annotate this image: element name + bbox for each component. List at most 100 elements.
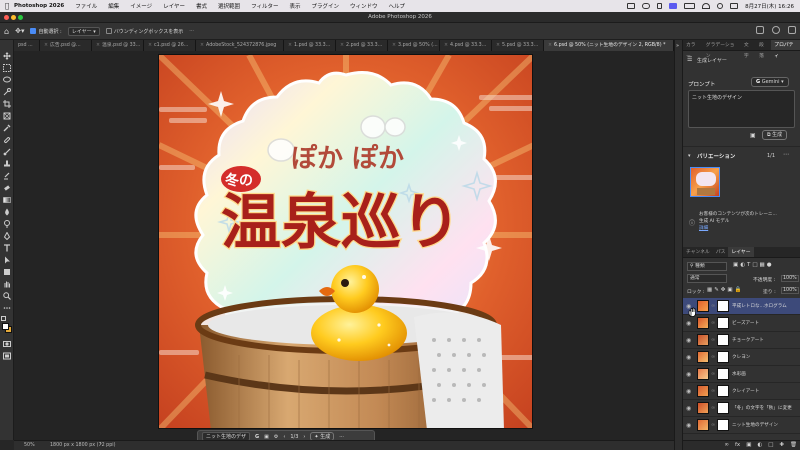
battery-icon[interactable] <box>684 3 696 9</box>
history-brush-tool-icon[interactable] <box>3 172 11 180</box>
menu-view[interactable]: 表示 <box>289 2 300 10</box>
dodge-tool-icon[interactable] <box>3 220 11 228</box>
shape-tool-icon[interactable] <box>3 268 11 276</box>
menu-window[interactable]: ウィンドウ <box>350 2 378 10</box>
tab-document-4[interactable]: × AdobeStock_524372876.jpeg <box>196 40 284 51</box>
wifi-icon[interactable] <box>702 3 711 9</box>
visibility-eye-icon[interactable]: ◉ <box>686 337 691 344</box>
layer-row[interactable]: ◉ ∞ ニット生地のデザイン <box>683 417 800 434</box>
layer-row[interactable]: ◉ ∞ クレヨン <box>683 349 800 366</box>
learn-more-link[interactable]: 詳細 <box>699 225 708 231</box>
close-icon[interactable]: × <box>444 43 448 48</box>
tab-channels[interactable]: チャンネル <box>683 247 713 257</box>
screen-record-icon[interactable] <box>627 3 636 9</box>
share-icon[interactable] <box>756 26 764 34</box>
visibility-eye-icon[interactable]: ◉ <box>686 405 691 412</box>
new-group-icon[interactable]: □ <box>768 441 773 450</box>
move-tool-icon[interactable] <box>3 52 11 60</box>
delete-layer-icon[interactable]: 🗑 <box>790 441 797 450</box>
previous-variation-icon[interactable]: ‹ <box>283 434 285 440</box>
adjustment-layer-icon[interactable]: ◐ <box>757 441 762 450</box>
menu-type[interactable]: 書式 <box>196 2 207 10</box>
gradient-tool-icon[interactable] <box>3 196 11 204</box>
canvas-area[interactable]: ぽか ぽか 冬の 温泉巡り <box>14 51 674 440</box>
layer-row[interactable]: ◉ ∞ クレイアート <box>683 383 800 400</box>
quick-mask-icon[interactable] <box>3 340 11 348</box>
link-layers-icon[interactable]: ∞ <box>724 441 729 450</box>
layer-filter-dropdown[interactable]: ⚲ 種類 <box>687 262 727 271</box>
tab-character[interactable]: 文字 <box>741 40 756 59</box>
model-dropdown[interactable]: G Gemini ▾ <box>751 77 789 87</box>
variation-thumbnail[interactable] <box>690 167 720 197</box>
lock-icons[interactable]: ▦✎✥▣🔒 <box>707 287 743 293</box>
close-icon[interactable]: × <box>148 43 152 48</box>
document-canvas[interactable]: ぽか ぽか 冬の 温泉巡り <box>158 54 533 429</box>
default-colors-icon[interactable] <box>1 316 6 321</box>
hand-tool-icon[interactable] <box>3 280 11 288</box>
tab-document-5[interactable]: × 1.psd @ 33.3... <box>284 40 336 51</box>
bounding-box-checkbox[interactable]: バウンディングボックスを表示 <box>105 28 183 35</box>
close-icon[interactable]: × <box>96 43 100 48</box>
status-arrow-icon[interactable]: › <box>100 442 102 447</box>
close-icon[interactable]: × <box>200 43 204 48</box>
tab-properties[interactable]: プロパティ <box>771 40 800 59</box>
more-tools-icon[interactable] <box>3 304 11 312</box>
close-icon[interactable]: × <box>392 43 396 48</box>
path-select-tool-icon[interactable] <box>3 256 11 264</box>
menu-select[interactable]: 選択範囲 <box>218 2 240 10</box>
zoom-level[interactable]: 50% <box>24 443 35 448</box>
tab-paths[interactable]: パス <box>713 247 729 257</box>
close-icon[interactable]: × <box>340 43 344 48</box>
tab-document-3[interactable]: × c1.psd @ 26... <box>144 40 196 51</box>
frame-tool-icon[interactable] <box>3 112 11 120</box>
spotlight-icon[interactable] <box>717 3 724 9</box>
control-center-icon[interactable] <box>730 3 739 9</box>
align-options-icon[interactable]: ⋯ <box>189 28 194 34</box>
tab-document-active[interactable]: × 6.psd @ 50% (ニット生地のデザイン 2, RGB/8) * <box>544 40 674 51</box>
search-icon[interactable] <box>772 26 780 34</box>
menu-help[interactable]: ヘルプ <box>389 2 406 10</box>
lasso-tool-icon[interactable] <box>3 76 11 84</box>
crop-tool-icon[interactable] <box>3 100 11 108</box>
menu-edit[interactable]: 編集 <box>108 2 119 10</box>
menu-file[interactable]: ファイル <box>75 2 97 10</box>
move-tool-preset-icon[interactable]: ✥▾ <box>15 27 24 35</box>
menu-app-name[interactable]: Photoshop 2026 <box>14 3 64 9</box>
close-icon[interactable]: × <box>496 43 500 48</box>
menu-plugins[interactable]: プラグイン <box>311 2 339 10</box>
workspace-icon[interactable] <box>788 26 796 34</box>
marquee-tool-icon[interactable] <box>3 64 11 72</box>
layer-row[interactable]: ◉ ∞ チョークアート <box>683 332 800 349</box>
close-icon[interactable]: × <box>288 43 292 48</box>
new-layer-icon[interactable]: ✚ <box>779 441 784 450</box>
foreground-color-swatch[interactable] <box>2 323 9 330</box>
opacity-input[interactable]: 100% <box>781 275 799 282</box>
tab-document-1[interactable]: × 広告.psd @... <box>40 40 92 51</box>
zoom-tool-icon[interactable] <box>3 292 11 300</box>
fx-icon[interactable]: fx <box>735 441 740 450</box>
apple-icon[interactable]:  <box>0 2 14 10</box>
type-tool-icon[interactable] <box>3 244 11 252</box>
cloud-icon[interactable] <box>642 3 651 9</box>
tab-document-7[interactable]: × 3.psd @ 50% (... <box>388 40 440 51</box>
visibility-eye-icon[interactable]: ◉ <box>686 371 691 378</box>
auto-select-target-dropdown[interactable]: レイヤー ▾ <box>67 26 100 36</box>
image-reference-icon[interactable]: ▣ <box>264 434 269 440</box>
next-variation-icon[interactable]: › <box>303 434 305 440</box>
tab-gradient[interactable]: グラデーション <box>703 40 741 59</box>
auto-select-checkbox[interactable]: 自動選択 : <box>30 28 62 35</box>
generative-model-icon[interactable]: G <box>255 434 259 440</box>
fill-input[interactable]: 100% <box>781 287 799 294</box>
layer-row[interactable]: ◉ ∞ 「冬」の文字を「秋」に変更 <box>683 400 800 417</box>
tab-document-0[interactable]: psd ... <box>14 40 40 51</box>
menu-layer[interactable]: レイヤー <box>163 2 185 10</box>
layer-row[interactable]: ◉ ∞ ビーズアート <box>683 315 800 332</box>
menu-image[interactable]: イメージ <box>130 2 152 10</box>
more-icon[interactable]: ⋯ <box>783 151 789 158</box>
eraser-tool-icon[interactable] <box>3 184 11 192</box>
close-icon[interactable]: × <box>548 43 552 48</box>
layer-filter-icons[interactable]: ▣◐T□▦● <box>733 262 774 268</box>
document-info[interactable]: 1800 px x 1800 px (72 ppi) <box>50 443 115 448</box>
blend-mode-dropdown[interactable]: 通常 <box>687 274 727 283</box>
home-icon[interactable]: ⌂ <box>4 27 9 36</box>
